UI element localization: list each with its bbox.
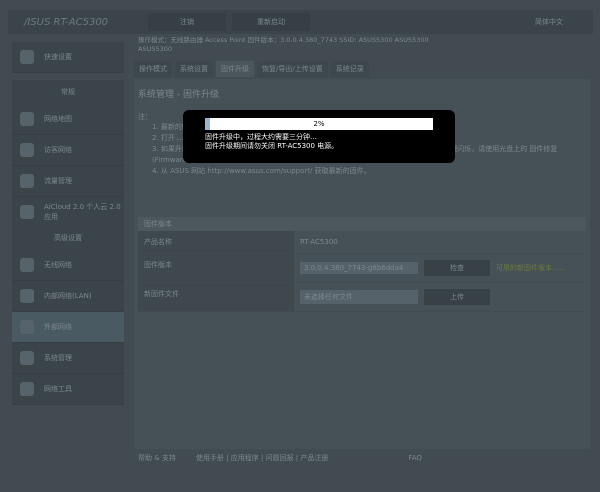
wan-icon bbox=[20, 320, 34, 334]
sidebar-item[interactable]: 网络工具 bbox=[12, 374, 124, 405]
traffic-icon bbox=[20, 174, 34, 188]
firmware-group: 固件版本 产品名称 RT-AC5300 固件版本 3.0.0.4.380_7743-… bbox=[138, 217, 586, 312]
label: 产品名称 bbox=[138, 231, 294, 253]
label: AiCloud 2.0 个人云 2.0 应用 bbox=[44, 203, 121, 221]
version-note: 可用的新固件版本…… bbox=[496, 264, 566, 272]
sidebar-item[interactable]: 网络地图 bbox=[12, 104, 124, 135]
upload-button[interactable]: 上传 bbox=[424, 289, 490, 305]
label: 访客网络 bbox=[44, 146, 72, 154]
lan-icon bbox=[20, 289, 34, 303]
progress-fill bbox=[205, 118, 210, 130]
network-map-icon bbox=[20, 112, 34, 126]
main-content: 操作模式：无线路由器 Access Point 固件版本：3.0.0.4.380… bbox=[134, 36, 590, 468]
wireless-icon bbox=[20, 258, 34, 272]
label: 网络工具 bbox=[44, 385, 72, 393]
sidebar-quick: 快速设置 bbox=[12, 42, 124, 73]
label: 流量管理 bbox=[44, 177, 72, 185]
label: 内部网络(LAN) bbox=[44, 292, 92, 300]
tools-icon bbox=[20, 382, 34, 396]
check-button[interactable]: 检查 bbox=[424, 260, 490, 276]
sidebar-item-active[interactable]: 外部网络 bbox=[12, 312, 124, 343]
version-field: 3.0.0.4.380_7743-g8b6dda4 bbox=[300, 262, 418, 274]
label: 网络地图 bbox=[44, 115, 72, 123]
tabs: 操作模式 系统设置 固件升级 恢复/导出/上传设置 系统记录 bbox=[134, 61, 590, 77]
cloud-icon bbox=[20, 205, 34, 219]
logo: /ISUS RT-AC5300 bbox=[8, 17, 148, 28]
faq-search[interactable]: FAQ bbox=[408, 454, 422, 462]
footer-links[interactable]: 使用手册 | 应用程序 | 问题回报 | 产品注册 bbox=[196, 453, 328, 463]
tab[interactable]: 操作模式 bbox=[134, 61, 172, 77]
footer: 帮助 & 支持 使用手册 | 应用程序 | 问题回报 | 产品注册 FAQ bbox=[134, 450, 590, 466]
sidebar-advanced: 高级设置 无线网络 内部网络(LAN) 外部网络 系统管理 网络工具 bbox=[12, 226, 124, 405]
brand: /ISUS bbox=[24, 16, 51, 28]
help-link[interactable]: 帮助 & 支持 bbox=[138, 453, 176, 463]
reboot-button[interactable]: 重新启动 bbox=[232, 13, 310, 31]
guest-icon bbox=[20, 143, 34, 157]
tab[interactable]: 系统记录 bbox=[330, 61, 369, 77]
admin-icon bbox=[20, 351, 34, 365]
model-name: RT-AC5300 bbox=[53, 16, 109, 28]
status-line: 操作模式：无线路由器 Access Point 固件版本：3.0.0.4.380… bbox=[138, 36, 429, 44]
sidebar-item[interactable]: 流量管理 bbox=[12, 166, 124, 197]
quick-setup[interactable]: 快速设置 bbox=[12, 42, 124, 73]
sidebar-item[interactable]: 内部网络(LAN) bbox=[12, 281, 124, 312]
header: /ISUS RT-AC5300 注销 重新启动 简体中文 bbox=[8, 10, 593, 34]
language-select[interactable]: 简体中文 bbox=[535, 17, 563, 27]
note[interactable]: 4. 从 ASUS 网站 http://www.asus.com/support… bbox=[138, 166, 586, 177]
upgrade-progress-dialog: 2% 固件升级中，过程大约需要三分钟… 固件升级期间请勿关闭 RT-AC5300… bbox=[183, 110, 455, 163]
label: 无线网络 bbox=[44, 261, 72, 269]
tab-active[interactable]: 固件升级 bbox=[216, 61, 254, 77]
logout-button[interactable]: 注销 bbox=[148, 13, 226, 31]
product-name: RT-AC5300 bbox=[300, 238, 338, 246]
wand-icon bbox=[20, 50, 34, 64]
sidebar-item[interactable]: 访客网络 bbox=[12, 135, 124, 166]
status-info: 操作模式：无线路由器 Access Point 固件版本：3.0.0.4.380… bbox=[134, 36, 590, 58]
group-heading: 固件版本 bbox=[138, 217, 586, 231]
label: 系统管理 bbox=[44, 354, 72, 362]
progress-bar: 2% bbox=[205, 118, 433, 130]
tab[interactable]: 系统设置 bbox=[175, 61, 213, 77]
sidebar-item[interactable]: AiCloud 2.0 个人云 2.0 应用 bbox=[12, 197, 124, 228]
section-heading: 高级设置 bbox=[54, 234, 82, 242]
progress-label: 2% bbox=[313, 120, 325, 128]
tab[interactable]: 恢复/导出/上传设置 bbox=[257, 61, 328, 77]
label: 新固件文件 bbox=[138, 283, 294, 311]
progress-message: 固件升级中，过程大约需要三分钟… bbox=[205, 133, 317, 141]
label: 外部网络 bbox=[44, 323, 72, 331]
file-input[interactable]: 未选择任何文件 bbox=[300, 290, 418, 304]
label: 快速设置 bbox=[44, 53, 72, 61]
warning-message: 固件升级期间请勿关闭 RT-AC5300 电源。 bbox=[205, 142, 339, 150]
sidebar-general: 常规 网络地图 访客网络 流量管理 AiCloud 2.0 个人云 2.0 应用 bbox=[12, 80, 124, 228]
label: 固件版本 bbox=[138, 254, 294, 282]
sidebar-item[interactable]: 系统管理 bbox=[12, 343, 124, 374]
page-title: 系统管理 - 固件升级 bbox=[138, 90, 219, 100]
section-heading: 常规 bbox=[61, 88, 75, 96]
status-line-2: ASUS5300 bbox=[138, 45, 172, 53]
sidebar-item[interactable]: 无线网络 bbox=[12, 250, 124, 281]
